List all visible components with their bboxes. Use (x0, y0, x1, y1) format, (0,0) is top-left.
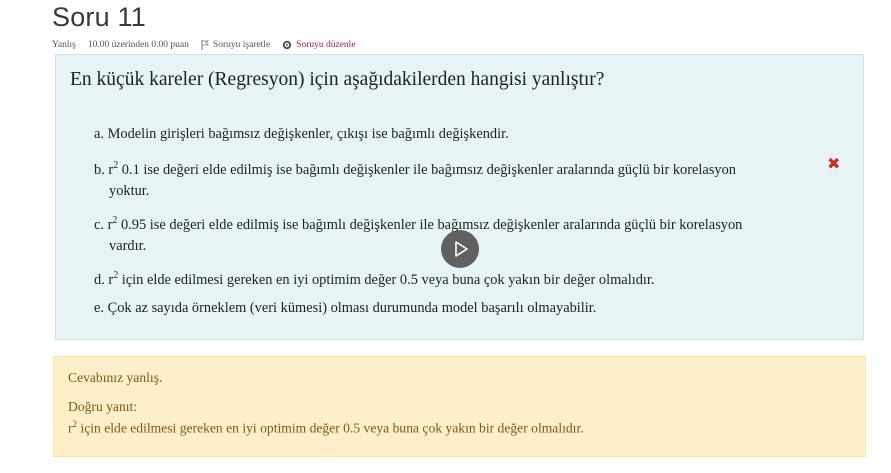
correct-answer-label: Doğru yanıt: (68, 399, 138, 414)
answer-option-a[interactable]: a. Modelin girişleri bağımsız değişkenle… (94, 124, 834, 145)
gear-icon (282, 40, 292, 50)
answer-option-b[interactable]: b. r2 0.1 ise değeri elde edilmiş ise ba… (94, 155, 834, 202)
answer-text: 0.1 ise değeri elde edilmiş ise bağımlı … (118, 161, 736, 178)
flag-question-link[interactable]: Soruyu işaretle (201, 40, 270, 50)
answer-text: 0.95 ise değeri elde edilmiş ise bağımlı… (117, 216, 743, 233)
play-icon (455, 241, 468, 257)
answer-option-d[interactable]: d. r2 için elde edilmesi gereken en iyi … (94, 265, 834, 291)
answer-prefix: c. r (94, 216, 113, 233)
answer-text: Modelin girişleri bağımsız değişkenler, … (107, 126, 509, 142)
answer-prefix: b. r (94, 161, 114, 178)
question-grade: 10.00 üzerinden 0.00 puan (87, 40, 189, 50)
question-text: En küçük kareler (Regresyon) için aşağıd… (70, 69, 605, 90)
edit-question-link[interactable]: Soruyu düzenle (282, 40, 356, 50)
answer-prefix: a. (94, 126, 104, 142)
flag-icon (201, 40, 209, 50)
answer-text: için elde edilmesi gereken en iyi optimi… (118, 271, 655, 288)
question-status: Yanlış (52, 40, 76, 50)
answer-option-e[interactable]: e. Çok az sayıda örneklem (veri kümesi) … (94, 298, 834, 319)
feedback-result: Cevabınız yanlış. (68, 370, 163, 385)
play-button[interactable] (441, 230, 479, 268)
answer-prefix: d. r (94, 271, 114, 288)
correct-answer-text: r2 için elde edilmesi gereken en iyi opt… (68, 419, 584, 437)
flag-question-label: Soruyu işaretle (212, 40, 271, 50)
question-title: Soru 11 (52, 2, 146, 32)
question-panel: En küçük kareler (Regresyon) için aşağıd… (55, 54, 864, 340)
question-info: Yanlış 10.00 üzerinden 0.00 puan Soruyu … (52, 38, 356, 52)
edit-question-label: Soruyu düzenle (296, 40, 356, 50)
answer-text: Çok az sayıda örneklem (veri kümesi) olm… (107, 300, 597, 316)
answer-text-continued: yoktur. (109, 182, 150, 199)
answer-prefix: e. (94, 300, 104, 316)
cross-icon: ✖ (827, 154, 841, 173)
correct-answer-body: için elde edilmesi gereken en iyi optimi… (77, 420, 584, 436)
feedback-panel: Cevabınız yanlış. Doğru yanıt: r2 için e… (53, 356, 866, 457)
